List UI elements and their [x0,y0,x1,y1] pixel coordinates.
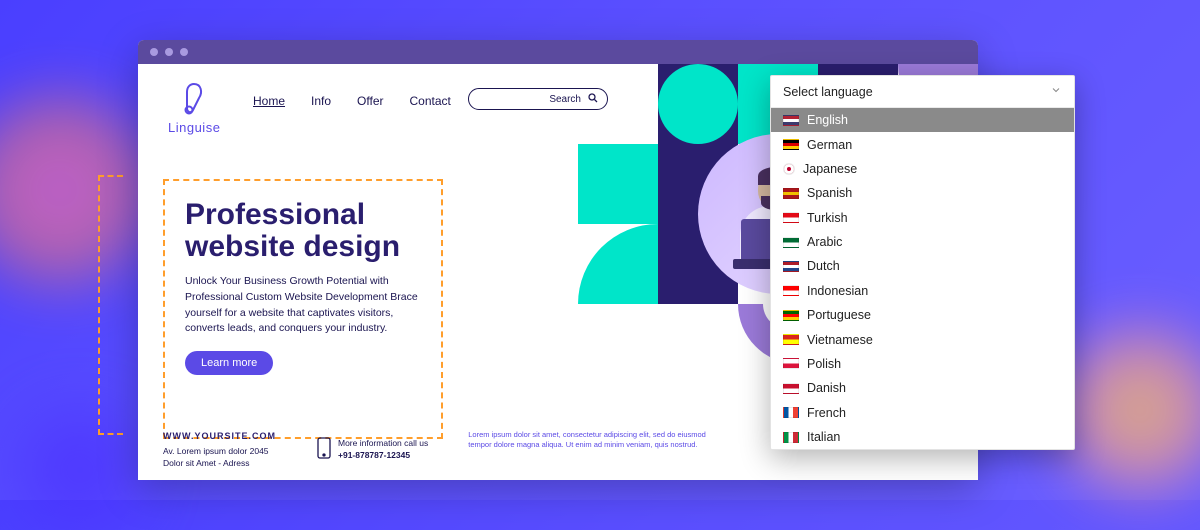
language-option-dutch[interactable]: Dutch [771,254,1074,278]
flag-icon [783,334,799,345]
language-option-danish[interactable]: Danish [771,376,1074,400]
language-option-label: Danish [807,381,846,395]
language-dropdown-header[interactable]: Select language [771,76,1074,108]
language-option-label: Japanese [803,162,857,176]
flag-icon [783,432,799,443]
language-option-label: Vietnamese [807,333,873,347]
language-option-spanish[interactable]: Spanish [771,181,1074,205]
language-option-portuguese[interactable]: Portuguese [771,303,1074,327]
flag-icon [783,383,799,394]
language-option-label: Italian [807,430,840,444]
language-option-english[interactable]: English [771,108,1074,132]
language-option-french[interactable]: French [771,401,1074,425]
nav-link-contact[interactable]: Contact [410,94,451,108]
footer-phone: More information call us +91-878787-1234… [316,430,428,470]
language-option-label: German [807,138,852,152]
hero-section: Professional website design Unlock Your … [163,179,443,439]
nav-link-offer[interactable]: Offer [357,94,383,108]
footer-site-url: WWW.YOURSITE.COM [163,430,276,443]
language-option-german[interactable]: German [771,132,1074,156]
language-option-japanese[interactable]: Japanese [771,157,1074,181]
flag-icon [783,115,799,126]
nav-link-info[interactable]: Info [311,94,331,108]
language-option-turkish[interactable]: Turkish [771,206,1074,230]
language-option-label: Dutch [807,259,840,273]
language-option-list: English German Japanese Spanish Turkish Arabi… [771,108,1074,449]
language-dropdown-label: Select language [783,85,873,99]
flag-icon [783,212,799,223]
bg-gradient-blob [0,100,150,280]
footer-address-line: Dolor sit Amet - Adress [163,458,276,470]
search-placeholder: Search [549,94,581,105]
language-option-label: English [807,113,848,127]
language-option-label: Arabic [807,235,842,249]
language-option-italian[interactable]: Italian [771,425,1074,449]
hero-title: Professional website design [185,199,421,262]
flag-icon [783,358,799,369]
window-titlebar [138,40,978,64]
phone-icon [316,437,332,463]
chevron-down-icon [1050,84,1062,99]
flag-icon [783,285,799,296]
footer-phone-number: +91-878787-12345 [338,450,428,462]
footer-phone-label: More information call us [338,438,428,450]
language-dropdown[interactable]: Select language English German Japanese Spa… [770,75,1075,450]
brand-logo[interactable]: Linguise [168,82,220,135]
decorative-dashed-frame [98,175,123,435]
logo-icon [168,82,220,118]
bg-gradient-blob [1060,330,1200,490]
flag-icon [783,261,799,272]
language-option-label: Polish [807,357,841,371]
flag-icon [783,163,795,175]
hero-body: Unlock Your Business Growth Potential wi… [185,274,421,337]
flag-icon [783,188,799,199]
nav-link-home[interactable]: Home [253,94,285,108]
flag-icon [783,237,799,248]
language-option-polish[interactable]: Polish [771,352,1074,376]
flag-icon [783,139,799,150]
language-option-label: Portuguese [807,308,871,322]
main-nav: Home Info Offer Contact [253,94,451,108]
footer-lorem: Lorem ipsum dolor sit amet, consectetur … [468,430,718,470]
language-option-label: Indonesian [807,284,868,298]
language-option-indonesian[interactable]: Indonesian [771,279,1074,303]
brand-name: Linguise [168,120,220,135]
language-option-label: Spanish [807,186,852,200]
window-control-dot[interactable] [165,48,173,56]
learn-more-button[interactable]: Learn more [185,351,273,375]
flag-icon [783,407,799,418]
flag-icon [783,310,799,321]
language-option-label: Turkish [807,211,848,225]
language-option-vietnamese[interactable]: Vietnamese [771,327,1074,351]
language-option-arabic[interactable]: Arabic [771,230,1074,254]
language-option-label: French [807,406,846,420]
window-control-dot[interactable] [150,48,158,56]
footer-address-line: Av. Lorem ipsum dolor 2045 [163,446,276,458]
window-control-dot[interactable] [180,48,188,56]
